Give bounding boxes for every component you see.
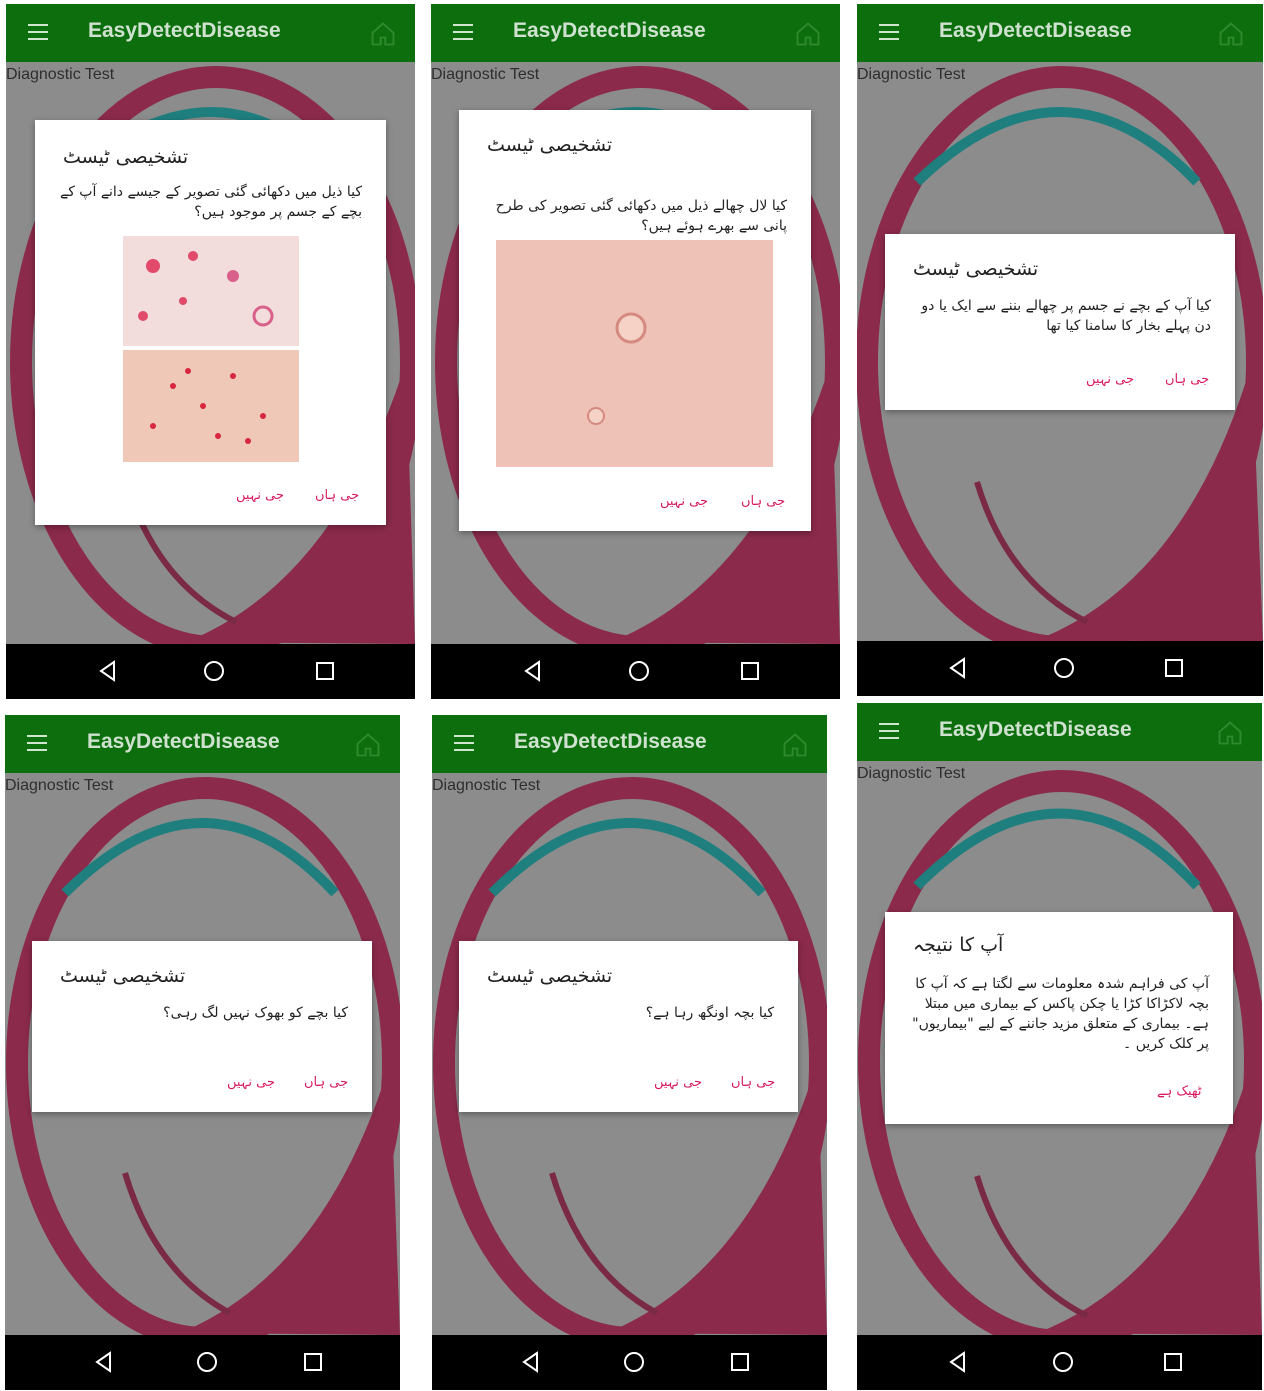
home-circle-icon[interactable] bbox=[202, 659, 226, 683]
phone-screen-6: EasyDetectDisease Diagnostic Test آپ کا … bbox=[857, 703, 1262, 1390]
hamburger-menu-icon[interactable] bbox=[453, 24, 473, 40]
system-nav-bar bbox=[6, 644, 415, 699]
back-triangle-icon[interactable] bbox=[96, 659, 120, 683]
result-text: آپ کی فراہم شدہ معلومات سے لگتا ہے کہ آپ… bbox=[912, 976, 1209, 1052]
no-button[interactable]: جی نہیں bbox=[1086, 372, 1134, 387]
home-circle-icon[interactable] bbox=[1051, 1350, 1075, 1374]
app-bar: EasyDetectDisease bbox=[857, 703, 1262, 761]
app-bar: EasyDetectDisease bbox=[431, 4, 840, 62]
phone-screen-5: EasyDetectDisease Diagnostic Test تشخیصی… bbox=[432, 715, 827, 1390]
back-triangle-icon[interactable] bbox=[946, 656, 970, 680]
dialog-title: تشخیصی ٹیسٹ bbox=[487, 965, 613, 987]
recent-square-icon[interactable] bbox=[728, 1350, 752, 1374]
home-icon[interactable] bbox=[1217, 20, 1245, 48]
hamburger-menu-icon[interactable] bbox=[879, 723, 899, 739]
hamburger-menu-icon[interactable] bbox=[454, 735, 474, 751]
recent-square-icon[interactable] bbox=[313, 659, 337, 683]
diagnostic-dialog: تشخیصی ٹیسٹ کیا بچہ اونگھ رہا ہے؟ جی ہاں… bbox=[459, 941, 798, 1112]
back-triangle-icon[interactable] bbox=[92, 1350, 116, 1374]
home-icon[interactable] bbox=[781, 731, 809, 759]
yes-button[interactable]: جی ہاں bbox=[315, 488, 359, 503]
diagnostic-dialog: تشخیصی ٹیسٹ کیا آپ کے بچے نے جسم پر چھال… bbox=[885, 234, 1235, 410]
home-circle-icon[interactable] bbox=[627, 659, 651, 683]
home-icon[interactable] bbox=[1216, 719, 1244, 747]
diagnostic-dialog: تشخیصی ٹیسٹ کیا لال چھالے ذیل میں دکھائی… bbox=[459, 110, 811, 531]
screen-subtitle: Diagnostic Test bbox=[431, 66, 540, 83]
home-circle-icon[interactable] bbox=[1052, 656, 1076, 680]
dialog-title: تشخیصی ٹیسٹ bbox=[487, 134, 613, 156]
app-title: EasyDetectDisease bbox=[514, 730, 707, 753]
hamburger-menu-icon[interactable] bbox=[28, 24, 48, 40]
phone-screen-2: EasyDetectDisease Diagnostic Test تشخیصی… bbox=[431, 4, 840, 699]
no-button[interactable]: جی نہیں bbox=[654, 1075, 702, 1090]
system-nav-bar bbox=[432, 1335, 827, 1390]
yes-button[interactable]: جی ہاں bbox=[731, 1075, 775, 1090]
screen-subtitle: Diagnostic Test bbox=[6, 66, 115, 83]
diagnostic-dialog: تشخیصی ٹیسٹ کیا ذیل میں دکھائی گئی تصویر… bbox=[35, 120, 386, 525]
result-dialog: آپ کا نتیجہ آپ کی فراہم شدہ معلومات سے ل… bbox=[885, 912, 1233, 1124]
recent-square-icon[interactable] bbox=[738, 659, 762, 683]
chicken-pox-rash-image bbox=[123, 236, 299, 462]
system-nav-bar bbox=[5, 1335, 400, 1390]
dialog-title: تشخیصی ٹیسٹ bbox=[913, 258, 1039, 280]
app-title: EasyDetectDisease bbox=[513, 19, 706, 42]
app-bar: EasyDetectDisease bbox=[6, 4, 415, 62]
dialog-title: آپ کا نتیجہ bbox=[913, 934, 1004, 956]
home-icon[interactable] bbox=[369, 20, 397, 48]
no-button[interactable]: جی نہیں bbox=[236, 488, 284, 503]
app-bar: EasyDetectDisease bbox=[5, 715, 400, 773]
system-nav-bar bbox=[431, 644, 840, 699]
app-title: EasyDetectDisease bbox=[939, 19, 1132, 42]
system-nav-bar bbox=[857, 641, 1263, 696]
phone-screen-3: EasyDetectDisease Diagnostic Test تشخیصی… bbox=[857, 4, 1263, 696]
back-triangle-icon[interactable] bbox=[946, 1350, 970, 1374]
back-triangle-icon[interactable] bbox=[519, 1350, 543, 1374]
recent-square-icon[interactable] bbox=[1162, 656, 1186, 680]
home-icon[interactable] bbox=[794, 20, 822, 48]
dialog-question: کیا ذیل میں دکھائی گئی تصویر کے جیسے دان… bbox=[59, 184, 362, 220]
screen-subtitle: Diagnostic Test bbox=[432, 777, 541, 794]
hamburger-menu-icon[interactable] bbox=[27, 735, 47, 751]
phone-screen-1: EasyDetectDisease Diagnostic Test تشخیصی… bbox=[6, 4, 415, 699]
screen-subtitle: Diagnostic Test bbox=[5, 777, 114, 794]
app-title: EasyDetectDisease bbox=[939, 718, 1132, 741]
recent-square-icon[interactable] bbox=[301, 1350, 325, 1374]
yes-button[interactable]: جی ہاں bbox=[304, 1075, 348, 1090]
ok-button[interactable]: ٹھیک ہے bbox=[1157, 1084, 1202, 1099]
diagnostic-dialog: تشخیصی ٹیسٹ کیا بچے کو بھوک نہیں لگ رہی؟… bbox=[32, 941, 372, 1112]
app-title: EasyDetectDisease bbox=[87, 730, 280, 753]
screen-subtitle: Diagnostic Test bbox=[857, 66, 966, 83]
screen-subtitle: Diagnostic Test bbox=[857, 765, 966, 782]
hamburger-menu-icon[interactable] bbox=[879, 24, 899, 40]
back-triangle-icon[interactable] bbox=[521, 659, 545, 683]
dialog-question: کیا لال چھالے ذیل میں دکھائی گئی تصویر ک… bbox=[495, 198, 787, 234]
blister-image bbox=[496, 240, 773, 467]
dialog-question: کیا بچہ اونگھ رہا ہے؟ bbox=[645, 1005, 774, 1021]
yes-button[interactable]: جی ہاں bbox=[741, 494, 785, 509]
dialog-question: کیا بچے کو بھوک نہیں لگ رہی؟ bbox=[163, 1005, 348, 1021]
yes-button[interactable]: جی ہاں bbox=[1165, 372, 1209, 387]
dialog-question: کیا آپ کے بچے نے جسم پر چھالے بننے سے ای… bbox=[921, 298, 1211, 334]
home-circle-icon[interactable] bbox=[622, 1350, 646, 1374]
phone-screen-4: EasyDetectDisease Diagnostic Test تشخیصی… bbox=[5, 715, 400, 1390]
home-circle-icon[interactable] bbox=[195, 1350, 219, 1374]
no-button[interactable]: جی نہیں bbox=[660, 494, 708, 509]
app-bar: EasyDetectDisease bbox=[432, 715, 827, 773]
app-title: EasyDetectDisease bbox=[88, 19, 281, 42]
app-bar: EasyDetectDisease bbox=[857, 4, 1263, 62]
system-nav-bar bbox=[857, 1335, 1262, 1390]
recent-square-icon[interactable] bbox=[1161, 1350, 1185, 1374]
home-icon[interactable] bbox=[354, 731, 382, 759]
dialog-title: تشخیصی ٹیسٹ bbox=[60, 965, 186, 987]
no-button[interactable]: جی نہیں bbox=[227, 1075, 275, 1090]
dialog-title: تشخیصی ٹیسٹ bbox=[63, 146, 189, 168]
